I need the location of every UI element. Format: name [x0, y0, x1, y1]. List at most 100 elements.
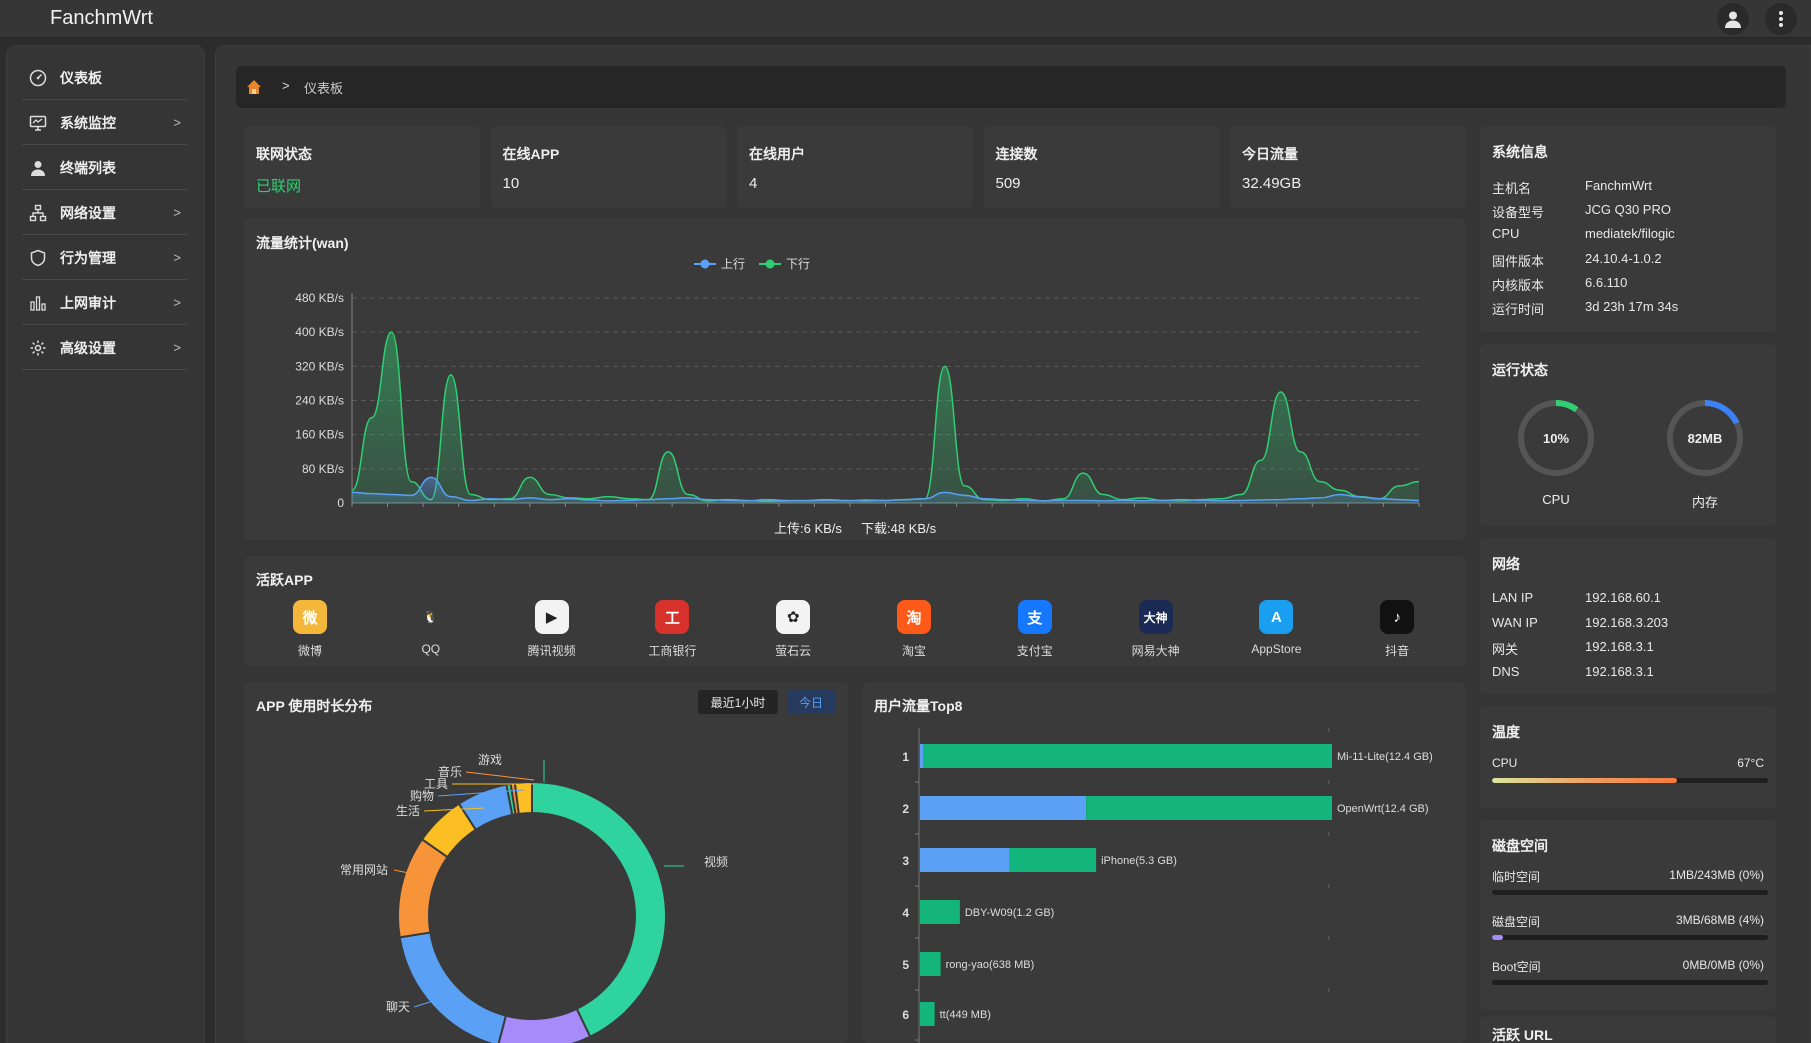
more-vertical-icon [1779, 11, 1783, 27]
donut-slice [513, 780, 533, 815]
network-icon [28, 203, 48, 223]
donut-slice [398, 931, 508, 1043]
breadcrumb-current: 仪表板 [304, 81, 344, 96]
bar-value-label: iPhone(5.3 GB) [1101, 855, 1177, 867]
app-2[interactable]: ▶ 腾讯视频 [512, 600, 592, 659]
chevron-right-icon: > [173, 205, 181, 220]
system-info-card: 系统信息 主机名 FanchmWrt 设备型号 JCG Q30 PRO CPU media… [1480, 126, 1776, 332]
disk-value: 3MB/68MB (4%) [1675, 913, 1764, 927]
douyin-icon: ♪ [1380, 600, 1415, 634]
disk-bar [1492, 935, 1768, 940]
active-url-title: 活跃 URL [1492, 1027, 1553, 1043]
chevron-right-icon: > [173, 340, 181, 355]
sidebar-item-label: 系统监控 [60, 114, 116, 131]
sidebar-item-label: 行为管理 [60, 249, 116, 266]
y-tick-label: 400 KB/s [295, 325, 344, 339]
cpu-gauge-value: 10% [1543, 431, 1569, 446]
sidebar-item-6[interactable]: 高级设置 > [22, 326, 187, 370]
app-8[interactable]: A AppStore [1236, 600, 1316, 656]
more-menu-button[interactable] [1765, 3, 1797, 35]
user-icon [28, 158, 48, 178]
bar-upload [920, 796, 1087, 820]
app-label: 工商银行 [648, 644, 697, 658]
network-value: 192.168.3.1 [1585, 639, 1654, 654]
home-icon[interactable] [246, 79, 262, 95]
stat-value: 509 [995, 175, 1021, 192]
disk-bar [1492, 980, 1768, 985]
app-5[interactable]: 淘 淘宝 [874, 600, 954, 659]
monitor-icon [28, 113, 48, 133]
mem-gauge-value: 82MB [1688, 431, 1723, 446]
bar-download [1009, 848, 1097, 872]
sidebar-item-5[interactable]: 上网审计 > [22, 281, 187, 325]
app-3[interactable]: 工 工商银行 [632, 600, 712, 659]
app-label: AppStore [1251, 642, 1302, 656]
legend-marker [700, 259, 710, 269]
sysinfo-key: CPU [1492, 226, 1520, 242]
bar-value-label: rong-yao(638 MB) [946, 959, 1035, 971]
sysinfo-value: JCG Q30 PRO [1585, 202, 1671, 218]
y-tick-label: 320 KB/s [295, 359, 344, 373]
tencent-video-icon: ▶ [534, 600, 569, 634]
sidebar-item-label: 网络设置 [60, 204, 116, 221]
dashboard-icon [28, 68, 48, 88]
sysinfo-key: 内核版本 [1492, 277, 1545, 293]
bar-category-label: 4 [902, 906, 909, 920]
bar-category-label: 1 [902, 750, 909, 764]
app-label: 网易大神 [1131, 644, 1180, 658]
disk-label: 磁盘空间 [1492, 915, 1541, 929]
network-value: 192.168.60.1 [1585, 590, 1661, 605]
app-label: 萤石云 [775, 644, 812, 658]
bar-value-label: tt(449 MB) [940, 1009, 991, 1021]
app-0[interactable]: 微 微博 [270, 600, 350, 659]
legend-label: 上行 [721, 257, 745, 271]
temperature-card: 温度 CPU 67°C [1480, 706, 1776, 808]
temperature-bar [1492, 778, 1768, 783]
breadcrumb-separator: > [282, 78, 290, 93]
qq-icon: 🐧 [413, 600, 448, 634]
bar-value-label: DBY-W09(1.2 GB) [965, 907, 1054, 919]
app-1[interactable]: 🐧 QQ [391, 600, 471, 656]
sysinfo-value: 24.10.4-1.0.2 [1585, 250, 1662, 266]
donut-label: 聊天 [386, 1000, 410, 1014]
sysinfo-key: 固件版本 [1492, 253, 1545, 269]
y-tick-label: 480 KB/s [295, 291, 344, 305]
mem-gauge-arc [1704, 400, 1740, 425]
legend-marker [765, 259, 775, 269]
donut-label: 视频 [704, 854, 728, 869]
app-4[interactable]: ✿ 萤石云 [753, 600, 833, 659]
network-key: WAN IP [1492, 614, 1538, 630]
sidebar-item-0[interactable]: 仪表板 [22, 56, 187, 100]
alipay-icon: 支 [1017, 600, 1052, 634]
bar-download [920, 1002, 935, 1026]
bar-chart-icon [28, 293, 48, 313]
network-title: 网络 [1492, 556, 1520, 572]
user-account-button[interactable] [1717, 3, 1749, 35]
run-status-gauges: 10% 82MB [1518, 400, 1743, 476]
stat-value: 4 [749, 175, 758, 192]
app-9[interactable]: ♪ 抖音 [1357, 600, 1437, 659]
run-status-card: 运行状态 10% 82MB CPU 内存 [1480, 344, 1776, 526]
bar-category-label: 6 [902, 1008, 909, 1022]
sidebar-item-1[interactable]: 系统监控 > [22, 101, 187, 145]
bar-download [920, 952, 941, 976]
donut-slice [397, 837, 449, 939]
weibo-icon: 微 [293, 600, 327, 634]
chevron-right-icon: > [173, 115, 181, 130]
top-users-bar-chart: 1 Mi-11-Lite(12.4 GB) 2 OpenWrt(12.4 GB) 3 iP… [902, 728, 1433, 1043]
sidebar-item-3[interactable]: 网络设置 > [22, 191, 187, 235]
sidebar-item-4[interactable]: 行为管理 > [22, 236, 187, 280]
network-key: 网关 [1492, 642, 1519, 657]
top-users-card: 用户流量Top8 1 Mi-11-Lite(12.4 GB) 2 OpenWrt(12… [862, 682, 1466, 1043]
stat-card-3: 连接数 509 [983, 126, 1220, 208]
network-key: LAN IP [1492, 590, 1534, 605]
sidebar-item-2[interactable]: 终端列表 [22, 146, 187, 190]
app-7[interactable]: 大神 网易大神 [1116, 600, 1196, 659]
stat-title: 连接数 [995, 146, 1038, 162]
cpu-gauge-arc [1555, 400, 1579, 413]
temperature-bar-fill [1492, 778, 1677, 783]
app-6[interactable]: 支 支付宝 [995, 600, 1075, 659]
active-url-card: 活跃 URL [1480, 1016, 1776, 1043]
sysinfo-key: 主机名 [1492, 181, 1532, 196]
app-label: 抖音 [1385, 644, 1410, 658]
